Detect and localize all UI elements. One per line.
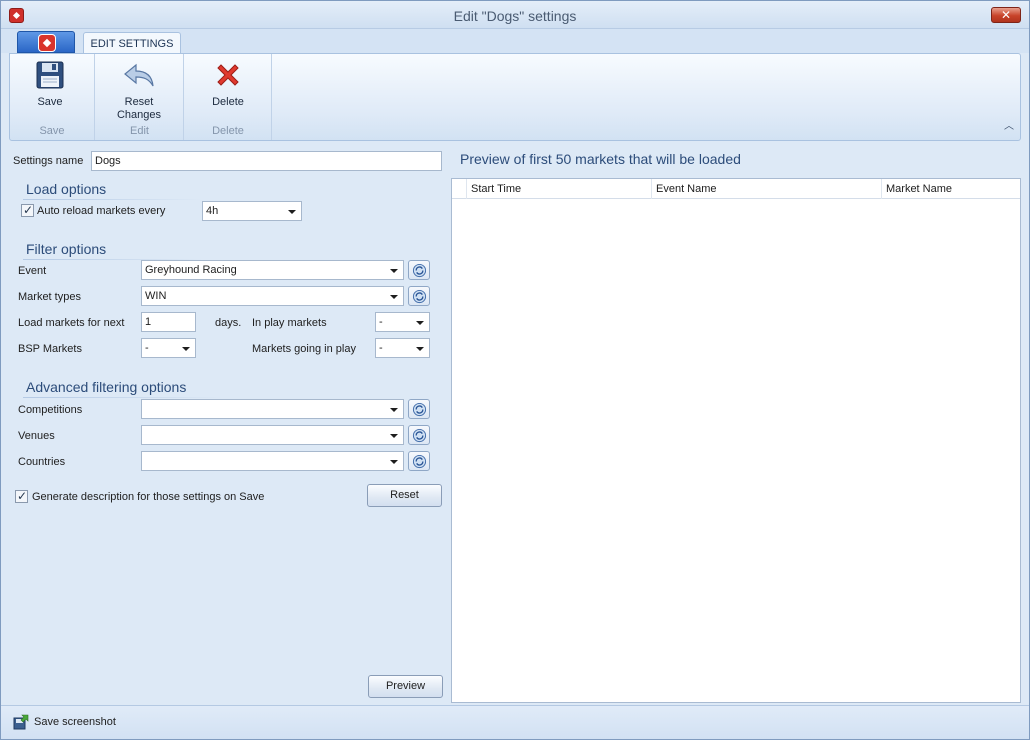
auto-reload-label: Auto reload markets every [37, 205, 166, 217]
generate-description-checkbox[interactable]: ✓ [15, 489, 28, 503]
in-play-markets-select[interactable]: - [375, 312, 430, 332]
auto-reload-checkbox[interactable]: ✓ [21, 203, 34, 217]
venues-select[interactable] [141, 425, 404, 445]
undo-arrow-icon [124, 63, 154, 87]
floppy-disk-icon [36, 61, 64, 89]
checkmark-icon: ✓ [23, 203, 34, 217]
dropdown-arrow-icon [182, 347, 190, 351]
window-title: Edit "Dogs" settings [453, 8, 577, 24]
load-markets-next-label: Load markets for next [18, 317, 125, 329]
ribbon-group-save-label: Save [39, 125, 65, 137]
refresh-icon [412, 454, 427, 469]
markets-going-in-play-label: Markets going in play [252, 343, 356, 355]
collapse-ribbon-icon[interactable]: ︿ [1004, 122, 1014, 132]
markets-going-in-play-value: - [379, 342, 383, 354]
ribbon-group-delete-label: Delete [212, 125, 244, 137]
checkmark-icon: ✓ [17, 489, 28, 503]
save-button[interactable]: Save [28, 58, 72, 109]
delete-button[interactable]: Delete [203, 58, 253, 109]
load-options-divider [23, 199, 203, 200]
bsp-markets-label: BSP Markets [18, 343, 82, 355]
status-bar: Save screenshot [1, 705, 1029, 739]
dropdown-arrow-icon [416, 347, 424, 351]
competitions-label: Competitions [18, 404, 83, 416]
grid-header: Start Time Event Name Market Name [452, 179, 1020, 199]
refresh-icon [412, 402, 427, 417]
title-bar: Edit "Dogs" settings ✕ [1, 1, 1029, 29]
dropdown-arrow-icon [390, 460, 398, 464]
auto-reload-interval-select[interactable]: 4h [202, 201, 302, 221]
load-markets-days-input[interactable] [141, 312, 196, 332]
preview-title: Preview of first 50 markets that will be… [460, 151, 741, 167]
dropdown-arrow-icon [390, 408, 398, 412]
reset-changes-button[interactable]: Reset Changes [108, 58, 170, 122]
main-content: Settings name Load options ✓ Auto reload… [9, 147, 1023, 703]
refresh-icon [412, 428, 427, 443]
bsp-markets-value: - [145, 342, 149, 354]
markets-going-in-play-select[interactable]: - [375, 338, 430, 358]
refresh-icon [412, 263, 427, 278]
reset-button[interactable]: Reset [367, 484, 442, 507]
in-play-markets-value: - [379, 316, 383, 328]
settings-window: Edit "Dogs" settings ✕ EDIT SETTINGS Sav… [0, 0, 1030, 740]
market-types-refresh-button[interactable] [408, 286, 430, 306]
ribbon-group-save: Save Save [10, 54, 95, 140]
countries-select[interactable] [141, 451, 404, 471]
dropdown-arrow-icon [390, 434, 398, 438]
settings-name-input[interactable] [91, 151, 442, 171]
market-types-select[interactable]: WIN [141, 286, 404, 306]
preview-markets-grid[interactable]: Start Time Event Name Market Name [451, 178, 1021, 703]
settings-name-label: Settings name [13, 155, 84, 167]
refresh-icon [412, 289, 427, 304]
column-header-market-name[interactable]: Market Name [881, 179, 1020, 199]
event-select-value: Greyhound Racing [145, 264, 237, 276]
countries-refresh-button[interactable] [408, 451, 430, 471]
ribbon-group-edit: Reset Changes Edit [96, 54, 184, 140]
ribbon-panel: Save Save Reset Changes Edit Delete Dele… [9, 53, 1021, 141]
generate-description-label: Generate description for those settings … [32, 491, 265, 503]
dropdown-arrow-icon [416, 321, 424, 325]
filter-options-heading: Filter options [26, 241, 107, 257]
in-play-markets-label: In play markets [252, 317, 327, 329]
venues-refresh-button[interactable] [408, 425, 430, 445]
bsp-markets-select[interactable]: - [141, 338, 196, 358]
days-label: days. [215, 317, 242, 329]
competitions-refresh-button[interactable] [408, 399, 430, 419]
market-types-value: WIN [145, 290, 167, 302]
event-refresh-button[interactable] [408, 260, 430, 280]
app-logo-icon [38, 34, 56, 52]
auto-reload-interval-value: 4h [206, 205, 219, 217]
reset-changes-label-line2: Changes [116, 109, 162, 121]
competitions-select[interactable] [141, 399, 404, 419]
load-options-heading: Load options [26, 181, 107, 197]
ribbon-group-delete: Delete Delete [185, 54, 272, 140]
column-header-event-name[interactable]: Event Name [651, 179, 881, 199]
save-screenshot-icon [13, 714, 29, 730]
dropdown-arrow-icon [390, 269, 398, 273]
column-header-start-time[interactable]: Start Time [466, 179, 651, 199]
tab-edit-settings[interactable]: EDIT SETTINGS [83, 32, 181, 54]
save-screenshot-label: Save screenshot [34, 716, 116, 728]
event-select[interactable]: Greyhound Racing [141, 260, 404, 280]
red-x-icon [217, 64, 239, 86]
application-menu-button[interactable] [17, 31, 75, 53]
advanced-filtering-divider [23, 397, 223, 398]
ribbon-tab-row: EDIT SETTINGS [1, 29, 1029, 54]
event-label: Event [18, 265, 47, 277]
delete-button-label: Delete [212, 96, 244, 108]
dropdown-arrow-icon [288, 210, 296, 214]
countries-label: Countries [18, 456, 66, 468]
venues-label: Venues [18, 430, 55, 442]
close-button[interactable]: ✕ [991, 7, 1021, 23]
market-types-label: Market types [18, 291, 81, 303]
reset-changes-label-line1: Reset [124, 96, 154, 108]
advanced-filtering-heading: Advanced filtering options [26, 379, 187, 395]
ribbon-group-edit-label: Edit [130, 125, 149, 137]
save-button-label: Save [37, 96, 63, 108]
dropdown-arrow-icon [390, 295, 398, 299]
preview-button[interactable]: Preview [368, 675, 443, 698]
